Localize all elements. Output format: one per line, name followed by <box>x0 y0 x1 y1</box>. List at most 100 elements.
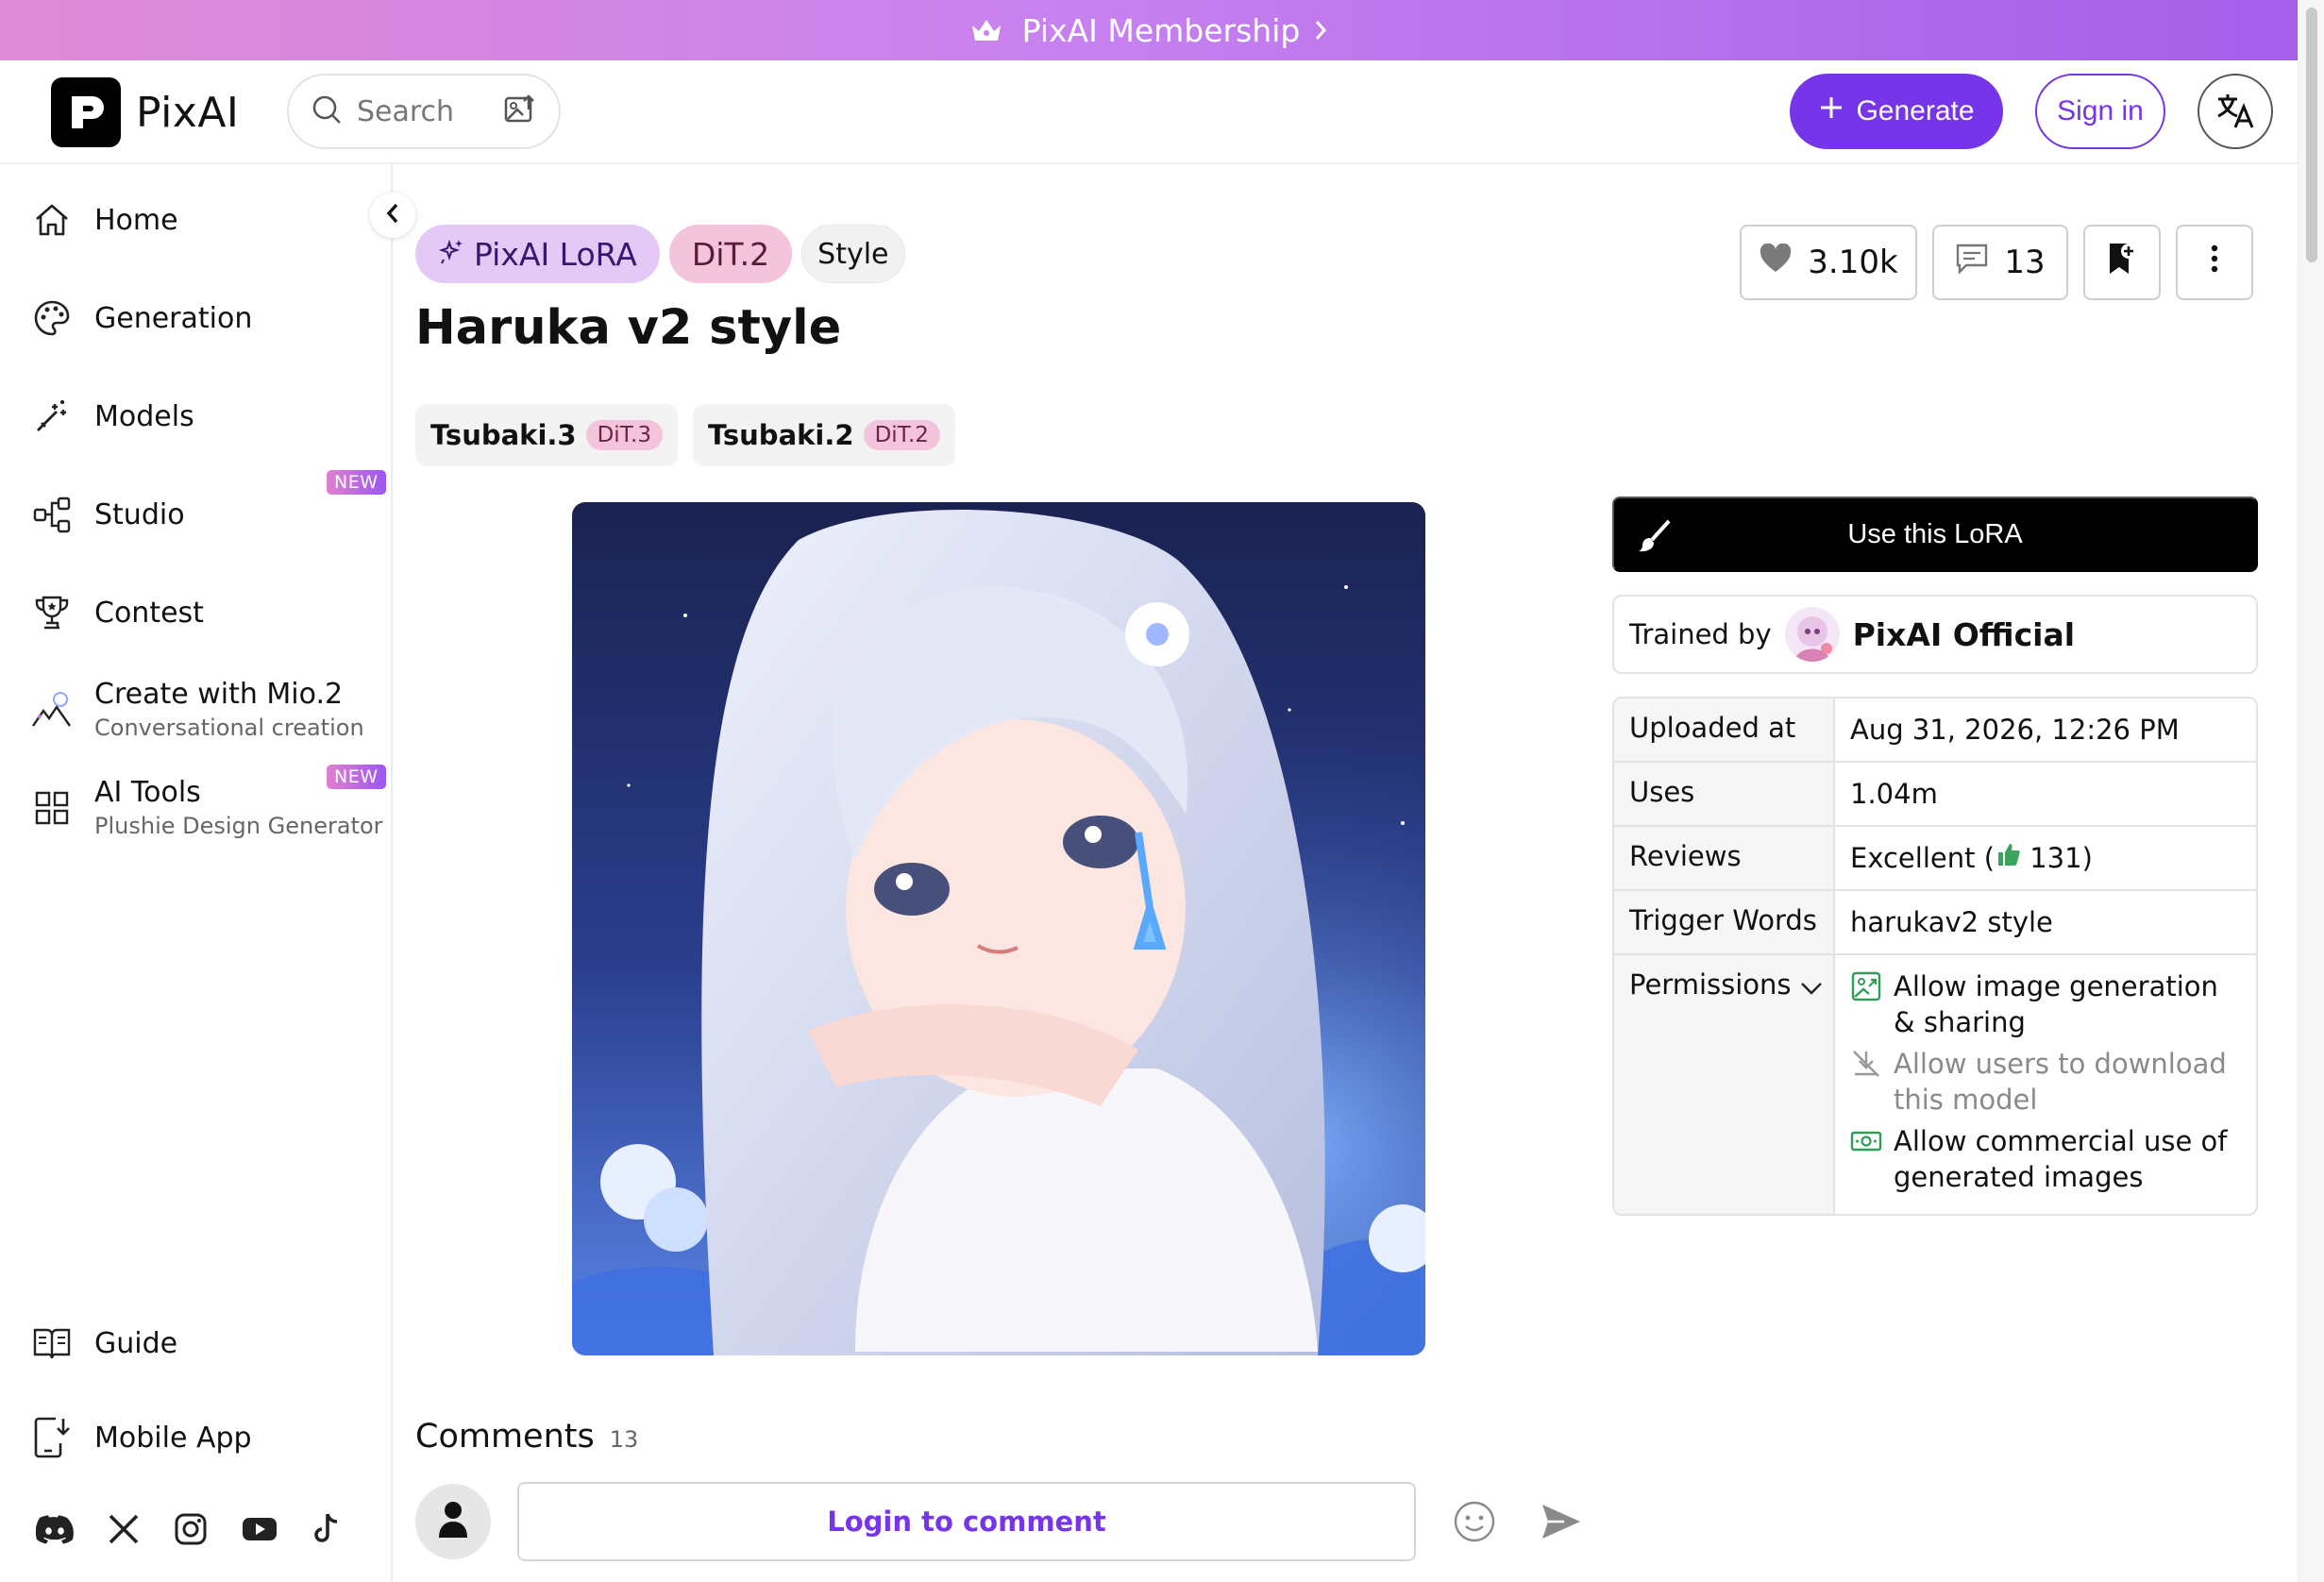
login-to-comment-button[interactable]: Login to comment <box>517 1482 1416 1561</box>
version-base-badge: DiT.2 <box>863 420 940 450</box>
more-options-button[interactable] <box>2176 225 2253 300</box>
sidebar-item-models[interactable]: Models <box>30 395 194 438</box>
comment-count: 13 <box>2004 244 2046 281</box>
comment-icon <box>1955 243 1989 283</box>
instagram-icon[interactable] <box>174 1512 208 1550</box>
permission-item: Allow image generation & sharing <box>1850 968 2241 1040</box>
info-row-uploaded: Uploaded at Aug 31, 2026, 12:26 PM <box>1614 698 2256 763</box>
language-button[interactable] <box>2198 74 2273 149</box>
chevron-left-icon <box>383 201 402 229</box>
info-key: Uploaded at <box>1614 698 1835 761</box>
chevron-down-icon <box>1799 972 1824 1004</box>
grid-icon <box>30 786 74 830</box>
tag-label: PixAI LoRA <box>474 235 637 273</box>
crown-icon <box>969 16 1003 44</box>
membership-label: PixAI Membership <box>1021 11 1301 49</box>
generate-button[interactable]: Generate <box>1790 74 2003 149</box>
review-close-paren: ) <box>2081 842 2093 874</box>
version-tab[interactable]: Tsubaki.3 DiT.3 <box>415 404 678 466</box>
tag-base-model[interactable]: DiT.2 <box>668 225 793 283</box>
review-count: 131 <box>2029 842 2082 874</box>
user-avatar <box>415 1484 491 1559</box>
logo-text: PixAI <box>136 88 240 137</box>
permissions-list: Allow image generation & sharing Allow u… <box>1835 955 2256 1214</box>
trophy-icon <box>30 591 74 634</box>
book-icon <box>30 1321 74 1365</box>
sidebar: Home Generation Models NEW Studio Contes… <box>0 164 393 1582</box>
sidebar-item-mio[interactable]: Create with Mio.2 Conversational creatio… <box>30 678 364 741</box>
search-icon <box>310 93 344 130</box>
info-key: Trigger Words <box>1614 891 1835 953</box>
image-search-icon[interactable] <box>502 93 536 130</box>
collapse-sidebar-button[interactable] <box>370 193 415 238</box>
comments-button[interactable]: 13 <box>1932 225 2068 300</box>
search-input[interactable] <box>357 94 489 128</box>
sidebar-item-guide[interactable]: Guide <box>30 1321 177 1365</box>
comments-title: Comments <box>415 1418 595 1456</box>
info-key-label: Permissions <box>1629 968 1792 1001</box>
plus-icon <box>1818 94 1844 128</box>
scrollbar-thumb[interactable] <box>2306 8 2317 262</box>
bookmark-add-icon <box>2106 241 2138 285</box>
trainer-name: PixAI Official <box>1852 615 2076 653</box>
info-row-trigger-words: Trigger Words harukav2 style <box>1614 891 2256 955</box>
like-count: 3.10k <box>1808 244 1898 281</box>
pixai-logo[interactable]: PixAI <box>51 77 239 147</box>
use-lora-button[interactable]: Use this LoRA <box>1612 496 2258 572</box>
sidebar-item-mobile-app[interactable]: Mobile App <box>30 1416 252 1459</box>
send-icon[interactable] <box>1533 1493 1590 1550</box>
sidebar-item-generation[interactable]: Generation <box>30 296 252 340</box>
trainer-avatar <box>1784 607 1840 662</box>
sign-in-button[interactable]: Sign in <box>2035 74 2165 149</box>
magic-wand-icon <box>30 395 74 438</box>
permission-text: Allow commercial use of generated images <box>1894 1125 2228 1193</box>
info-value: Aug 31, 2026, 12:26 PM <box>1850 714 2180 746</box>
sidebar-item-contest[interactable]: Contest <box>30 591 204 634</box>
trainer-card[interactable]: Trained by PixAI Official <box>1612 595 2258 674</box>
generate-label: Generate <box>1856 95 1975 126</box>
sidebar-item-label: Studio <box>94 497 185 531</box>
sidebar-item-ai-tools[interactable]: AI Tools Plushie Design Generator <box>30 776 383 839</box>
youtube-icon[interactable] <box>242 1516 278 1546</box>
comments-count: 13 <box>609 1426 639 1453</box>
tiktok-icon[interactable] <box>312 1512 342 1550</box>
like-button[interactable]: 3.10k <box>1740 225 1917 300</box>
thumbs-up-icon <box>1995 842 2021 874</box>
workflow-icon <box>30 493 74 536</box>
permission-text: Allow users to download this model <box>1894 1048 2227 1116</box>
emoji-icon[interactable] <box>1446 1493 1503 1550</box>
permissions-toggle[interactable]: Permissions <box>1614 955 1835 1214</box>
info-value[interactable]: Excellent ( 131) <box>1835 827 2256 889</box>
tag-pixai-lora[interactable]: PixAI LoRA <box>415 225 660 283</box>
model-preview-image[interactable] <box>572 502 1425 1355</box>
social-links <box>35 1512 342 1550</box>
model-title: Haruka v2 style <box>415 300 842 356</box>
info-row-uses: Uses 1.04m <box>1614 763 2256 827</box>
sidebar-item-label: Models <box>94 399 194 433</box>
sidebar-item-label: Generation <box>94 301 253 335</box>
tag-style[interactable]: Style <box>801 225 905 283</box>
x-icon[interactable] <box>108 1513 140 1549</box>
info-row-reviews: Reviews Excellent ( 131) <box>1614 827 2256 891</box>
more-vertical-icon <box>2210 244 2219 281</box>
sidebar-item-studio[interactable]: Studio <box>30 493 185 536</box>
top-header: PixAI Generate Sign in <box>0 60 2298 164</box>
sidebar-item-label: Create with Mio.2 <box>94 678 344 711</box>
home-icon <box>30 198 74 242</box>
review-rating: Excellent <box>1850 842 1976 874</box>
bookmark-button[interactable] <box>2083 225 2161 300</box>
version-name: Tsubaki.2 <box>707 419 854 451</box>
mio-mountain-icon <box>30 688 74 732</box>
search-bar[interactable] <box>287 74 561 149</box>
sidebar-item-home[interactable]: Home <box>30 198 178 242</box>
membership-banner[interactable]: PixAI Membership <box>0 0 2298 60</box>
info-value[interactable]: harukav2 style <box>1835 891 2256 953</box>
info-row-permissions: Permissions Allow image generation & sha… <box>1614 955 2256 1214</box>
sidebar-item-label: Guide <box>94 1326 178 1360</box>
permission-text: Allow image generation & sharing <box>1894 970 2218 1038</box>
page-scrollbar[interactable] <box>2298 0 2324 1582</box>
discord-icon[interactable] <box>35 1514 74 1548</box>
info-key: Reviews <box>1614 827 1835 889</box>
chevron-right-icon <box>1313 19 1328 42</box>
version-tab[interactable]: Tsubaki.2 DiT.2 <box>692 404 955 466</box>
